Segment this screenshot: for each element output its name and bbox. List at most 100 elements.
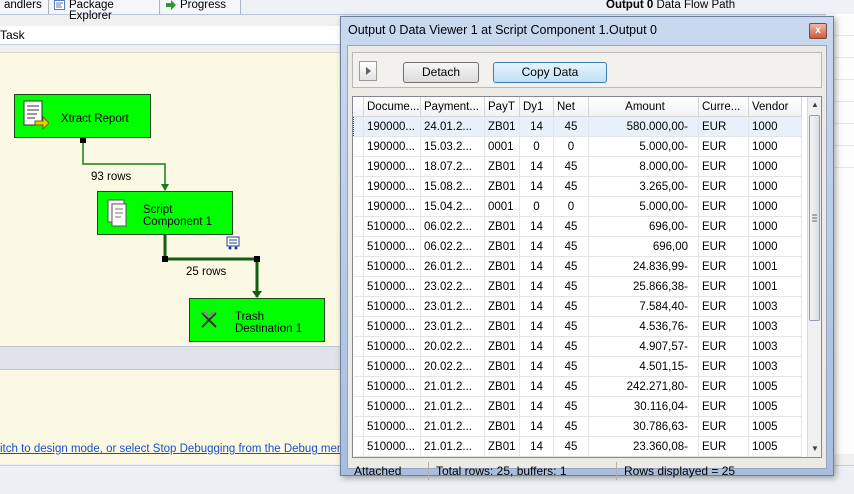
table-cell[interactable]: 45	[553, 336, 589, 357]
table-cell[interactable]: 14	[519, 236, 554, 257]
table-cell[interactable]: 45	[553, 276, 589, 297]
table-cell[interactable]: ZB01	[484, 276, 520, 297]
table-cell[interactable]: 23.01.2...	[420, 316, 485, 337]
table-cell[interactable]: 1003	[748, 336, 802, 357]
table-cell[interactable]: 14	[519, 356, 554, 377]
table-row[interactable]: 510000... 06.02.2... ZB01 14 45 696,00 EUR 1000	[353, 236, 802, 257]
table-cell[interactable]: 696,00	[588, 236, 699, 257]
table-cell[interactable]: 20.02.2...	[420, 336, 485, 357]
table-cell[interactable]: 14	[519, 216, 554, 237]
table-cell[interactable]: 14	[519, 116, 554, 137]
table-cell[interactable]: 14	[519, 316, 554, 337]
table-cell[interactable]: 45	[553, 216, 589, 237]
table-cell[interactable]: 4.536,76-	[588, 316, 699, 337]
table-cell[interactable]: 20.02.2...	[420, 356, 485, 377]
table-cell[interactable]: 26.01.2...	[420, 256, 485, 277]
table-cell[interactable]: 30.116,04-	[588, 396, 699, 417]
table-cell[interactable]: EUR	[698, 296, 749, 317]
table-cell[interactable]: ZB01	[484, 256, 520, 277]
table-row[interactable]: 510000... 20.02.2... ZB01 14 45 4.501,15- EUR 1…	[353, 356, 802, 377]
table-cell[interactable]: EUR	[698, 156, 749, 177]
column-header[interactable]: Payment...	[420, 97, 485, 117]
stop-debugging-hint-link[interactable]: itch to design mode, or select Stop Debu…	[0, 443, 353, 455]
table-cell[interactable]: 1003	[748, 356, 802, 377]
table-cell[interactable]: 45	[553, 296, 589, 317]
table-cell[interactable]: EUR	[698, 236, 749, 257]
table-cell[interactable]: 45	[553, 316, 589, 337]
table-cell[interactable]: 45	[553, 396, 589, 417]
table-cell[interactable]: 15.03.2...	[420, 136, 485, 157]
table-cell[interactable]: 190000...	[363, 116, 421, 137]
scroll-down-icon[interactable]: ▼	[809, 443, 821, 455]
table-cell[interactable]: 1003	[748, 316, 802, 337]
table-cell[interactable]: 190000...	[363, 196, 421, 217]
table-cell[interactable]: 1005	[748, 376, 802, 397]
table-cell[interactable]: EUR	[698, 396, 749, 417]
table-row[interactable]: 510000... 21.01.2... ZB01 14 45 242.271,80- EU…	[353, 376, 802, 397]
table-cell[interactable]: EUR	[698, 356, 749, 377]
table-cell[interactable]: EUR	[698, 376, 749, 397]
table-cell[interactable]: ZB01	[484, 236, 520, 257]
row-selector[interactable]	[353, 156, 364, 177]
column-header[interactable]: Vendor	[748, 97, 802, 117]
column-header[interactable]: Docume...	[363, 97, 421, 117]
table-cell[interactable]: 510000...	[363, 296, 421, 317]
table-cell[interactable]: 1000	[748, 156, 802, 177]
table-cell[interactable]: 510000...	[363, 396, 421, 417]
table-cell[interactable]: 510000...	[363, 436, 421, 457]
table-cell[interactable]: 190000...	[363, 176, 421, 197]
table-cell[interactable]: 23.01.2...	[420, 296, 485, 317]
table-cell[interactable]: 4.907,57-	[588, 336, 699, 357]
row-selector[interactable]	[353, 296, 364, 317]
table-cell[interactable]: 0	[553, 196, 589, 217]
table-row[interactable]: 510000... 23.01.2... ZB01 14 45 4.536,76- EUR 1…	[353, 316, 802, 337]
table-cell[interactable]: EUR	[698, 176, 749, 197]
table-cell[interactable]: 5.000,00-	[588, 136, 699, 157]
table-cell[interactable]: 1000	[748, 136, 802, 157]
table-cell[interactable]: 06.02.2...	[420, 216, 485, 237]
table-cell[interactable]: 510000...	[363, 256, 421, 277]
table-cell[interactable]: 0001	[484, 196, 520, 217]
table-cell[interactable]: ZB01	[484, 336, 520, 357]
table-row[interactable]: 190000... 15.04.2... 0001 0 0 5.000,00- EUR 100…	[353, 196, 802, 217]
table-cell[interactable]: 1005	[748, 396, 802, 417]
tab-progress[interactable]: Progress	[161, 0, 241, 14]
table-cell[interactable]: 45	[553, 156, 589, 177]
table-cell[interactable]: 4.501,15-	[588, 356, 699, 377]
row-selector[interactable]	[353, 316, 364, 337]
row-selector[interactable]	[353, 356, 364, 377]
table-cell[interactable]: EUR	[698, 116, 749, 137]
table-cell[interactable]: 1005	[748, 436, 802, 457]
table-cell[interactable]: EUR	[698, 256, 749, 277]
detach-button[interactable]: Detach	[403, 62, 479, 83]
table-cell[interactable]: ZB01	[484, 116, 520, 137]
table-cell[interactable]: 21.01.2...	[420, 396, 485, 417]
table-cell[interactable]: ZB01	[484, 356, 520, 377]
table-cell[interactable]: 242.271,80-	[588, 376, 699, 397]
window-titlebar[interactable]: Output 0 Data Viewer 1 at Script Compone…	[341, 17, 833, 45]
copy-data-button[interactable]: Copy Data	[493, 62, 607, 83]
row-selector[interactable]	[353, 416, 364, 437]
row-selector[interactable]	[353, 256, 364, 277]
data-flow-task-selector[interactable]: Task	[0, 26, 345, 45]
table-cell[interactable]: 14	[519, 276, 554, 297]
row-selector[interactable]	[353, 196, 364, 217]
table-row[interactable]: 510000... 21.01.2... ZB01 14 45 23.360,08- EUR…	[353, 436, 802, 457]
table-cell[interactable]: EUR	[698, 336, 749, 357]
table-row[interactable]: 510000... 23.02.2... ZB01 14 45 25.866,38- EUR…	[353, 276, 802, 297]
scroll-up-icon[interactable]: ▲	[809, 99, 821, 111]
row-selector[interactable]	[353, 176, 364, 197]
table-cell[interactable]: 14	[519, 436, 554, 457]
data-grid[interactable]: Docume... Payment... PayT Dy1 Net Amount…	[352, 96, 822, 458]
table-cell[interactable]: 1001	[748, 256, 802, 277]
table-cell[interactable]: 1005	[748, 416, 802, 437]
table-cell[interactable]: EUR	[698, 276, 749, 297]
row-selector[interactable]	[353, 116, 364, 137]
table-cell[interactable]: 21.01.2...	[420, 416, 485, 437]
table-cell[interactable]: 45	[553, 116, 589, 137]
row-selector[interactable]	[353, 396, 364, 417]
table-cell[interactable]: 510000...	[363, 236, 421, 257]
table-cell[interactable]: ZB01	[484, 296, 520, 317]
column-header[interactable]: Net	[553, 97, 589, 117]
table-cell[interactable]: 3.265,00-	[588, 176, 699, 197]
